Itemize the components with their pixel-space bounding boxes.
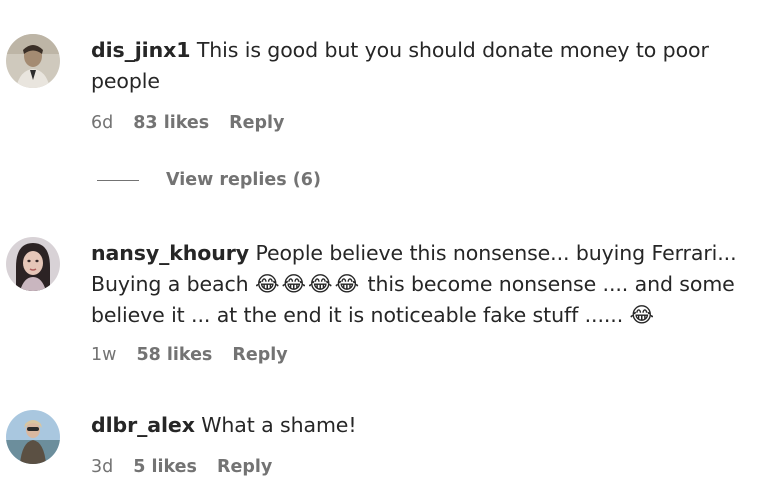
- comment-username[interactable]: nansy_khoury: [91, 241, 249, 265]
- laughing-emoji-icon: 😂: [629, 303, 657, 327]
- likes-count[interactable]: 58 likes: [136, 345, 212, 365]
- comment-meta: 3d 5 likes Reply: [91, 457, 272, 477]
- comment-username[interactable]: dlbr_alex: [91, 413, 195, 437]
- comment-meta: 1w 58 likes Reply: [91, 345, 288, 365]
- view-replies-button[interactable]: View replies (6): [97, 170, 321, 190]
- reply-button[interactable]: Reply: [217, 457, 272, 477]
- reply-button[interactable]: Reply: [229, 113, 284, 133]
- view-replies-label[interactable]: View replies (6): [166, 170, 321, 190]
- laughing-emoji-icon: 😂😂😂😂: [254, 272, 362, 296]
- replies-divider: [97, 179, 139, 181]
- comment-text: dlbr_alex What a shame!: [91, 410, 751, 441]
- avatar[interactable]: [6, 237, 60, 291]
- comment-age: 6d: [91, 113, 114, 133]
- avatar[interactable]: [6, 34, 60, 88]
- comment-age: 3d: [91, 457, 114, 477]
- comment-body: What a shame!: [201, 413, 357, 437]
- comment-username[interactable]: dis_jinx1: [91, 38, 190, 62]
- avatar[interactable]: [6, 410, 60, 464]
- comment-age: 1w: [91, 345, 117, 365]
- comment-meta: 6d 83 likes Reply: [91, 113, 284, 133]
- comment-text: nansy_khoury People believe this nonsens…: [91, 238, 751, 331]
- comment-text: dis_jinx1 This is good but you should do…: [91, 35, 751, 97]
- likes-count[interactable]: 5 likes: [133, 457, 197, 477]
- reply-button[interactable]: Reply: [232, 345, 287, 365]
- likes-count[interactable]: 83 likes: [133, 113, 209, 133]
